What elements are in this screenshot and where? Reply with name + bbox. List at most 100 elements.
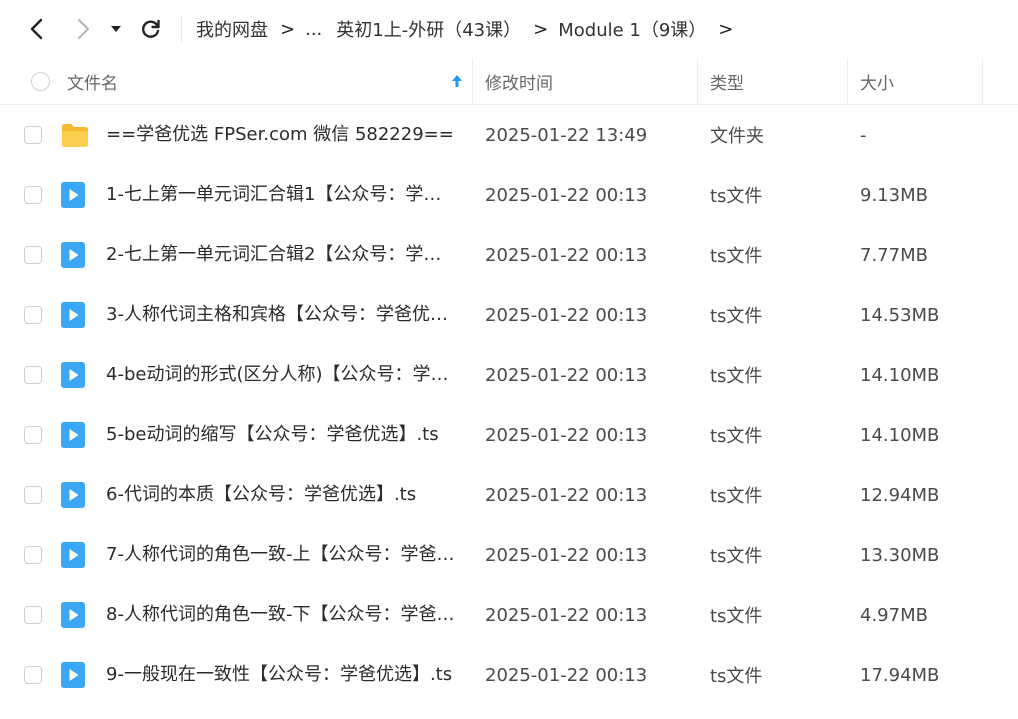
file-name[interactable]: 3-人称代词主格和宾格【公众号：学爸优… [106, 285, 458, 345]
file-icon-cell [60, 585, 86, 645]
file-name-cell[interactable]: 5-be动词的缩写【公众号：学爸优选】.ts [106, 405, 458, 465]
column-name[interactable]: 文件名 [67, 58, 467, 104]
column-divider[interactable] [982, 58, 983, 104]
breadcrumb-separator-icon[interactable]: > [718, 19, 733, 40]
breadcrumb-item-root[interactable]: 我的网盘 [196, 16, 268, 42]
file-name[interactable]: 1-七上第一单元词汇合辑1【公众号：学爸… [106, 165, 458, 225]
video-file-icon [61, 662, 85, 688]
file-name-cell[interactable]: 8-人称代词的角色一致-下【公众号：学爸… [106, 585, 458, 645]
sort-arrow-up-icon [452, 75, 462, 87]
breadcrumb-item-course[interactable]: 英初1上-外研（43课） [336, 16, 521, 42]
file-row[interactable]: 6-代词的本质【公众号：学爸优选】.ts 2025-01-22 00:13 ts文件… [0, 465, 1018, 525]
file-modified: 2025-01-22 13:49 [485, 124, 648, 146]
breadcrumb-separator-icon: > [280, 18, 296, 40]
refresh-button[interactable] [136, 14, 166, 44]
file-size: - [860, 124, 867, 146]
file-icon-cell [60, 525, 86, 585]
file-type: ts文件 [710, 666, 763, 687]
row-checkbox[interactable] [24, 525, 42, 585]
file-row[interactable]: 8-人称代词的角色一致-下【公众号：学爸… 2025-01-22 00:13 ts文… [0, 585, 1018, 645]
video-file-icon [61, 602, 85, 628]
column-divider[interactable] [472, 58, 473, 104]
file-size: 17.94MB [860, 664, 940, 686]
video-file-icon [61, 422, 85, 448]
column-divider[interactable] [847, 58, 848, 104]
file-row[interactable]: 4-be动词的形式(区分人称)【公众号：学爸… 2025-01-22 00:13 t… [0, 345, 1018, 405]
file-type: ts文件 [710, 366, 763, 387]
caret-down-icon [111, 26, 121, 32]
row-checkbox[interactable] [24, 225, 42, 285]
file-row[interactable]: ==学爸优选 FPSer.com 微信 582229== 2025-01-22 1… [0, 105, 1018, 165]
forward-button[interactable] [68, 14, 98, 44]
file-size: 13.30MB [860, 544, 940, 566]
file-modified: 2025-01-22 00:13 [485, 604, 648, 626]
row-checkbox[interactable] [24, 105, 42, 165]
file-row[interactable]: 1-七上第一单元词汇合辑1【公众号：学爸… 2025-01-22 00:13 ts文… [0, 165, 1018, 225]
column-size-label: 大小 [860, 73, 894, 94]
back-button[interactable] [22, 14, 52, 44]
file-name[interactable]: 8-人称代词的角色一致-下【公众号：学爸… [106, 585, 458, 645]
file-modified: 2025-01-22 00:13 [485, 664, 648, 686]
file-size: 7.77MB [860, 244, 928, 266]
file-name[interactable]: ==学爸优选 FPSer.com 微信 582229== [106, 105, 458, 165]
file-modified: 2025-01-22 00:13 [485, 184, 648, 206]
file-name[interactable]: 6-代词的本质【公众号：学爸优选】.ts [106, 465, 458, 525]
row-checkbox[interactable] [24, 585, 42, 645]
file-name-cell[interactable]: 4-be动词的形式(区分人称)【公众号：学爸… [106, 345, 458, 405]
file-row[interactable]: 3-人称代词主格和宾格【公众号：学爸优… 2025-01-22 00:13 ts文件… [0, 285, 1018, 345]
history-dropdown-button[interactable] [104, 14, 128, 44]
file-icon-cell [60, 225, 86, 285]
row-checkbox[interactable] [24, 285, 42, 345]
file-row[interactable]: 7-人称代词的角色一致-上【公众号：学爸… 2025-01-22 00:13 ts文… [0, 525, 1018, 585]
file-name[interactable]: 5-be动词的缩写【公众号：学爸优选】.ts [106, 405, 458, 465]
file-size: 12.94MB [860, 484, 940, 506]
row-checkbox[interactable] [24, 645, 42, 705]
column-size[interactable]: 大小 [860, 58, 894, 104]
row-checkbox[interactable] [24, 465, 42, 525]
file-size: 14.10MB [860, 364, 940, 386]
row-checkbox[interactable] [24, 345, 42, 405]
file-modified: 2025-01-22 00:13 [485, 484, 648, 506]
file-name[interactable]: 7-人称代词的角色一致-上【公众号：学爸… [106, 525, 458, 585]
row-checkbox[interactable] [24, 405, 42, 465]
file-modified: 2025-01-22 00:13 [485, 424, 648, 446]
file-name[interactable]: 2-七上第一单元词汇合辑2【公众号：学爸… [106, 225, 458, 285]
file-icon-cell [60, 285, 86, 345]
file-name-cell[interactable]: 1-七上第一单元词汇合辑1【公众号：学爸… [106, 165, 458, 225]
refresh-icon [142, 19, 160, 38]
row-checkbox[interactable] [24, 165, 42, 225]
video-file-icon [61, 362, 85, 388]
file-modified: 2025-01-22 00:13 [485, 304, 648, 326]
video-file-icon [61, 242, 85, 268]
column-modified[interactable]: 修改时间 [485, 58, 553, 104]
file-row[interactable]: 5-be动词的缩写【公众号：学爸优选】.ts 2025-01-22 00:13 ts… [0, 405, 1018, 465]
file-type: 文件夹 [710, 126, 764, 147]
file-size: 9.13MB [860, 184, 928, 206]
file-icon-cell [60, 645, 86, 705]
file-size: 14.53MB [860, 304, 940, 326]
file-modified: 2025-01-22 00:13 [485, 364, 648, 386]
file-type: ts文件 [710, 246, 763, 267]
breadcrumb-item-module[interactable]: Module 1（9课） [558, 16, 706, 42]
file-icon-cell [60, 405, 86, 465]
column-divider[interactable] [697, 58, 698, 104]
file-name-cell[interactable]: 6-代词的本质【公众号：学爸优选】.ts [106, 465, 458, 525]
select-all-checkbox[interactable] [31, 58, 50, 104]
folder-icon [62, 124, 88, 147]
file-type: ts文件 [710, 606, 763, 627]
breadcrumb-item-ellipsis[interactable]: ... [305, 19, 322, 40]
file-name-cell[interactable]: 7-人称代词的角色一致-上【公众号：学爸… [106, 525, 458, 585]
file-name[interactable]: 9-一般现在一致性【公众号：学爸优选】.ts [106, 645, 458, 705]
column-name-label: 文件名 [67, 73, 118, 94]
file-icon-cell [60, 165, 86, 225]
chevron-left-icon [30, 18, 43, 40]
column-type[interactable]: 类型 [710, 58, 744, 104]
file-name-cell[interactable]: 2-七上第一单元词汇合辑2【公众号：学爸… [106, 225, 458, 285]
file-name-cell[interactable]: 3-人称代词主格和宾格【公众号：学爸优… [106, 285, 458, 345]
file-name-cell[interactable]: ==学爸优选 FPSer.com 微信 582229== [106, 105, 458, 165]
file-row[interactable]: 2-七上第一单元词汇合辑2【公众号：学爸… 2025-01-22 00:13 ts文… [0, 225, 1018, 285]
file-row[interactable]: 9-一般现在一致性【公众号：学爸优选】.ts 2025-01-22 00:13 ts… [0, 645, 1018, 705]
file-size: 14.10MB [860, 424, 940, 446]
file-name-cell[interactable]: 9-一般现在一致性【公众号：学爸优选】.ts [106, 645, 458, 705]
file-name[interactable]: 4-be动词的形式(区分人称)【公众号：学爸… [106, 345, 458, 405]
